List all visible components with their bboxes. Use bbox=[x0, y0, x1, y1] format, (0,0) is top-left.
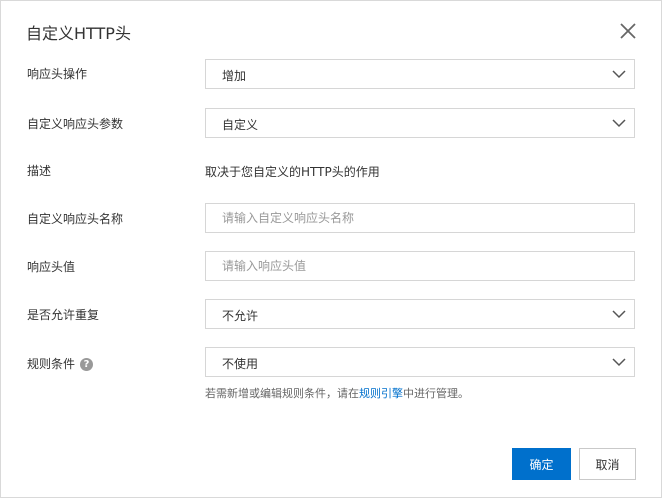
rule-condition-label-text: 规则条件 bbox=[27, 357, 76, 371]
description-label: 描述 bbox=[27, 162, 51, 180]
question-circle-icon[interactable]: ? bbox=[80, 357, 94, 371]
header-value-label-text: 响应头值 bbox=[27, 260, 76, 274]
rule-condition-select-value: 不使用 bbox=[222, 357, 259, 371]
custom-http-header-dialog: 自定义HTTP头 响应头操作 增加 自定义响应头参数 自定义 描述 取决于您自定… bbox=[0, 0, 662, 498]
allow-duplicate-label-text: 是否允许重复 bbox=[27, 308, 100, 322]
param-label-text: 自定义响应头参数 bbox=[27, 117, 124, 131]
allow-duplicate-select[interactable]: 不允许 bbox=[205, 299, 635, 329]
param-select[interactable]: 自定义 bbox=[205, 108, 635, 138]
hint-prefix: 若需新增或编辑规则条件，请在 bbox=[205, 387, 359, 400]
rule-engine-link[interactable]: 规则引擎 bbox=[359, 387, 403, 400]
rule-condition-hint: 若需新增或编辑规则条件，请在规则引擎中进行管理。 bbox=[205, 385, 469, 401]
cancel-button[interactable]: 取消 bbox=[579, 448, 636, 480]
action-select-value: 增加 bbox=[222, 69, 247, 83]
param-label: 自定义响应头参数 bbox=[27, 115, 123, 133]
dialog-title: 自定义HTTP头 bbox=[26, 24, 131, 43]
allow-duplicate-label: 是否允许重复 bbox=[27, 306, 99, 324]
chevron-down-icon bbox=[612, 310, 626, 319]
ok-button[interactable]: 确定 bbox=[512, 448, 571, 480]
description-label-text: 描述 bbox=[27, 164, 52, 178]
action-label: 响应头操作 bbox=[27, 65, 87, 83]
param-select-value: 自定义 bbox=[222, 118, 259, 132]
action-label-text: 响应头操作 bbox=[27, 67, 88, 81]
header-value-label: 响应头值 bbox=[27, 258, 75, 276]
description-text: 取决于您自定义的HTTP头的作用 bbox=[205, 165, 380, 179]
header-name-field[interactable] bbox=[205, 203, 635, 233]
allow-duplicate-select-value: 不允许 bbox=[222, 309, 259, 323]
action-select[interactable]: 增加 bbox=[205, 59, 635, 89]
close-icon[interactable] bbox=[617, 20, 639, 42]
header-value-input[interactable] bbox=[206, 252, 634, 280]
chevron-down-icon bbox=[612, 358, 626, 367]
rule-condition-select[interactable]: 不使用 bbox=[205, 347, 635, 377]
header-name-input[interactable] bbox=[206, 204, 634, 232]
header-value-field[interactable] bbox=[205, 251, 635, 281]
header-name-label-text: 自定义响应头名称 bbox=[27, 212, 124, 226]
rule-condition-label: 规则条件 ? bbox=[27, 355, 94, 373]
chevron-down-icon bbox=[612, 119, 626, 128]
hint-suffix: 中进行管理。 bbox=[403, 387, 469, 400]
header-name-label: 自定义响应头名称 bbox=[27, 210, 123, 228]
chevron-down-icon bbox=[612, 70, 626, 79]
